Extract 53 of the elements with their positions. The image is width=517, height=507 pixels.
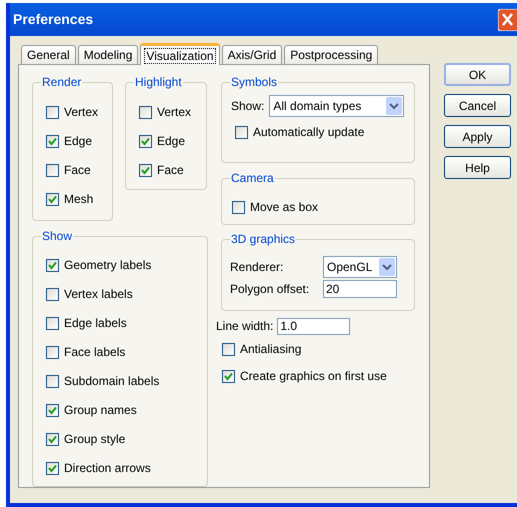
dialog-button[interactable]: OK [444,63,511,86]
dialog-button[interactable]: Cancel [444,94,511,117]
checkbox[interactable]: Subdomain labels [46,372,207,390]
checkmark-icon [48,434,57,444]
checkbox[interactable]: Face labels [46,343,207,361]
checkbox[interactable]: Move as box [232,198,414,216]
line-width-field[interactable]: 1.0 [277,318,350,334]
group-title: Camera [230,171,275,185]
field-label: Polygon offset: [230,281,310,298]
checkbox[interactable]: Face [139,161,206,179]
group-title: Symbols [230,75,278,89]
group-title: Render [41,75,82,89]
tab[interactable]: Modeling [78,45,138,64]
checkmark-icon [141,166,150,174]
dropdown[interactable]: All domain types [269,95,404,117]
dropdown[interactable]: OpenGL [323,256,397,278]
checkbox[interactable]: Direction arrows [46,459,207,477]
checkbox[interactable]: Edge labels [46,314,207,332]
checkbox[interactable]: Mesh [46,190,112,208]
checkbox[interactable]: Vertex [139,103,206,121]
window-title: Preferences [13,10,94,29]
group-title: Highlight [134,75,183,89]
checkbox[interactable]: Antialiasing [222,340,415,358]
field-label: Renderer: [230,259,284,276]
checkmark-icon [48,260,57,270]
checkmark-icon [141,136,150,146]
checkbox[interactable]: Group names [46,401,207,419]
dialog-button[interactable]: Apply [444,125,511,148]
checkbox[interactable]: Automatically update [235,123,414,141]
checkmark-icon [48,136,57,146]
tab[interactable]: Visualization [140,43,220,65]
dialog-button[interactable]: Help [444,156,511,179]
field-label: Line width: [216,318,274,335]
checkmark-icon [48,194,57,204]
checkmark-icon [224,372,233,380]
checkbox[interactable]: Vertex labels [46,285,207,303]
tab[interactable]: Axis/Grid [222,45,282,64]
checkbox[interactable]: Edge [139,132,206,150]
field-label: Show: [231,98,264,115]
checkbox[interactable]: Geometry labels [46,256,207,274]
checkbox[interactable]: Edge [46,132,112,150]
checkmark-icon [48,406,57,414]
close-icon[interactable] [498,8,517,30]
tab[interactable]: Postprocessing [284,45,378,64]
group-title: Show [41,229,74,243]
polygon-offset-field[interactable]: 20 [323,280,397,298]
checkbox[interactable]: Vertex [46,103,112,121]
checkbox[interactable]: Group style [46,430,207,448]
group-title: 3D graphics [230,232,296,246]
checkbox[interactable]: Face [46,161,112,179]
checkbox[interactable]: Create graphics on first use [222,367,415,385]
checkmark-icon [48,464,57,472]
tab[interactable]: General [21,45,76,64]
